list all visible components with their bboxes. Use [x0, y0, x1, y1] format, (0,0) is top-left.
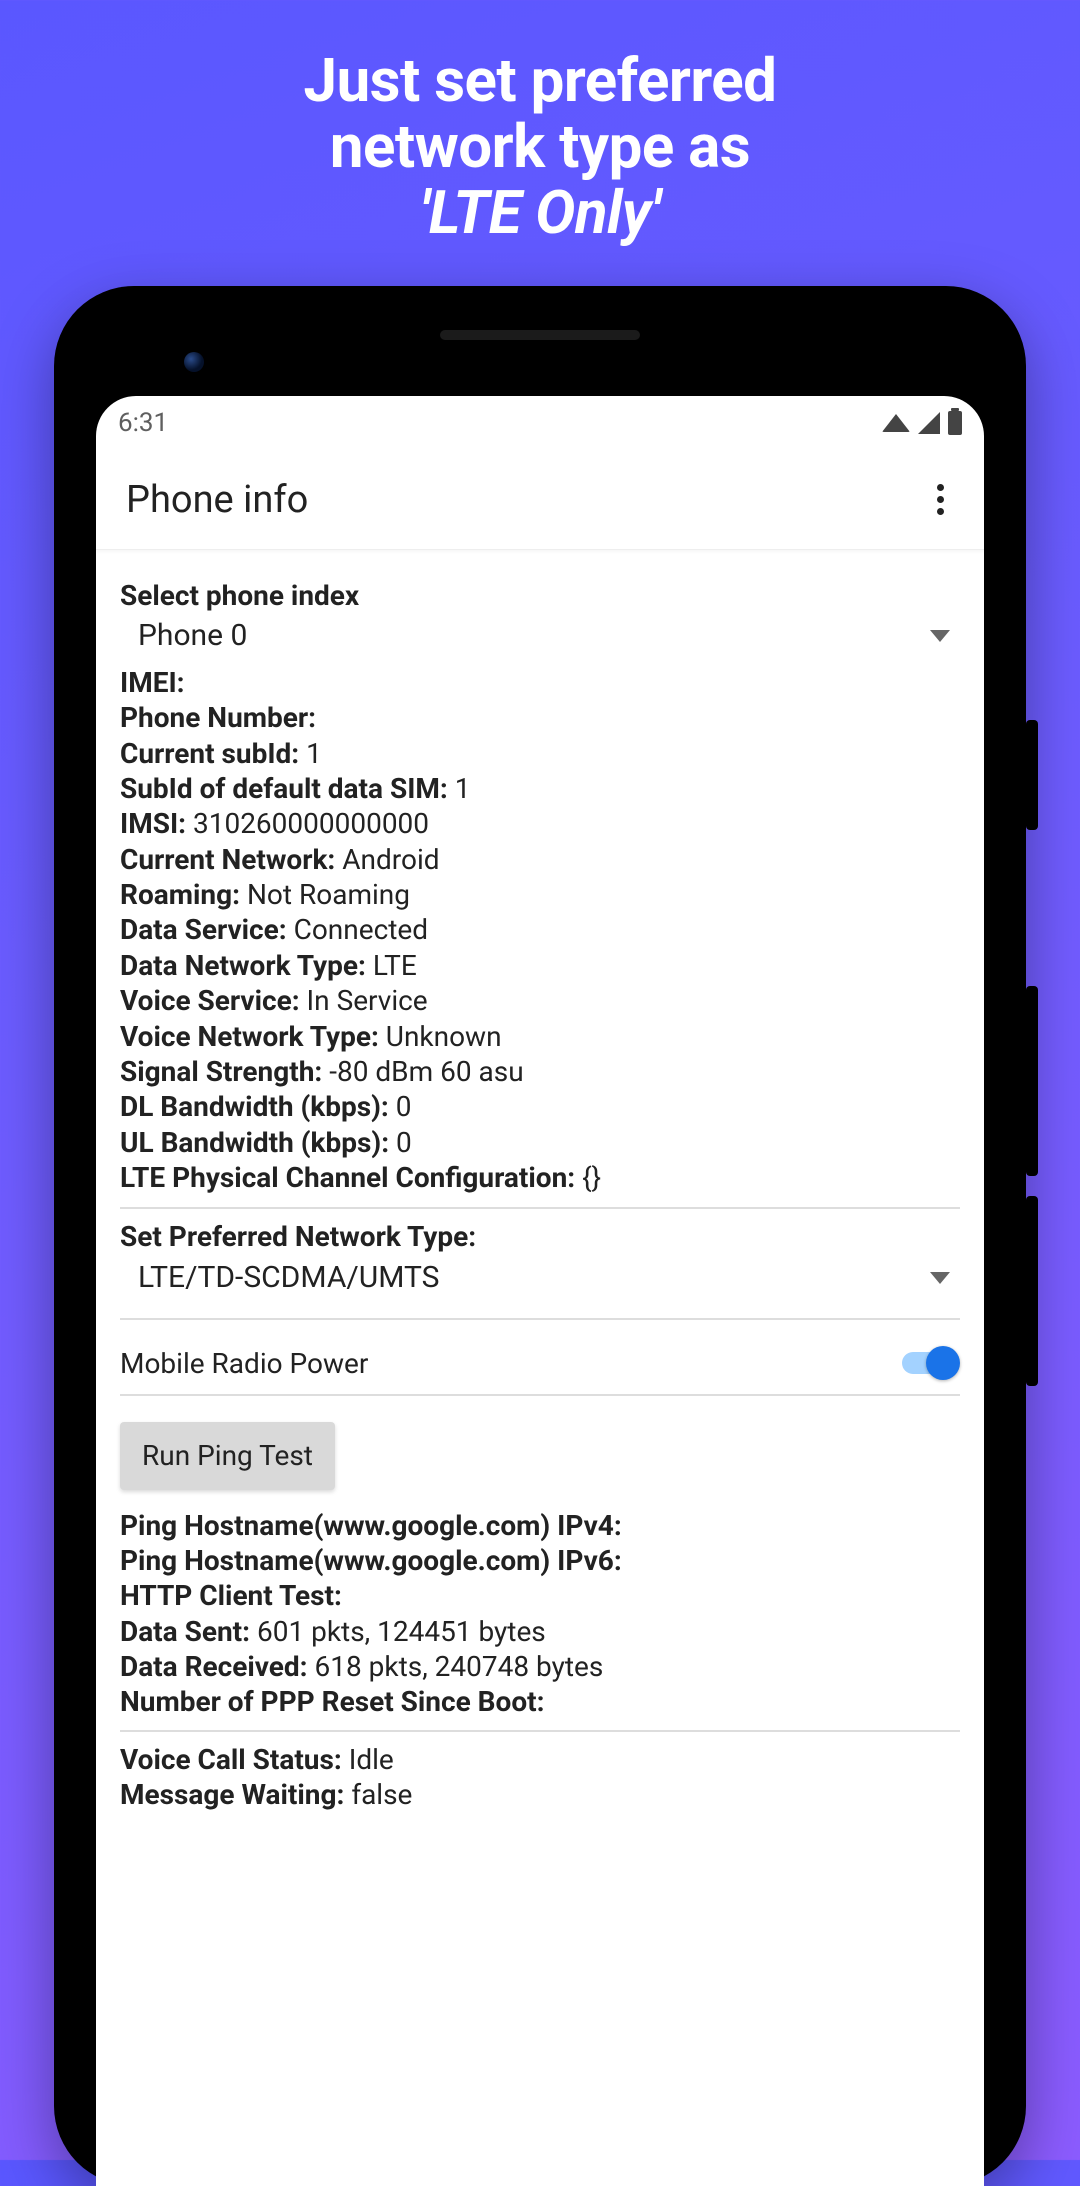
promo-line-2: network type as [0, 114, 1080, 180]
phone-index-dropdown[interactable]: Phone 0 [120, 611, 960, 663]
data-received-row: Data Received: 618 pkts, 240748 bytes [120, 1651, 960, 1682]
current-subid-row: Current subId: 1 [120, 738, 960, 769]
pref-network-label: Set Preferred Network Type: [120, 1221, 960, 1252]
ping-info-block: Ping Hostname(www.google.com) IPv4: Ping… [120, 1510, 960, 1732]
promo-line-3: 'LTE Only' [0, 180, 1080, 246]
battery-icon [948, 411, 962, 435]
phone-volume-up-button [1026, 986, 1038, 1176]
run-ping-test-label: Run Ping Test [142, 1439, 313, 1472]
phone-index-selected: Phone 0 [138, 619, 247, 653]
run-ping-test-button[interactable]: Run Ping Test [120, 1422, 335, 1489]
ppp-reset-row: Number of PPP Reset Since Boot: [120, 1686, 960, 1717]
dl-bandwidth-row: DL Bandwidth (kbps): 0 [120, 1091, 960, 1122]
phone-volume-down-button [1026, 1196, 1038, 1386]
pref-network-dropdown[interactable]: LTE/TD-SCDMA/UMTS [120, 1253, 960, 1305]
chevron-down-icon [930, 1272, 950, 1284]
phone-front-camera [184, 352, 204, 372]
phone-number-row: Phone Number: [120, 702, 960, 733]
imsi-row: IMSI: 310260000000000 [120, 808, 960, 839]
phone-side-button [1026, 720, 1038, 830]
mobile-radio-power-toggle[interactable] [902, 1346, 960, 1380]
pref-network-selected: LTE/TD-SCDMA/UMTS [138, 1261, 439, 1295]
ul-bandwidth-row: UL Bandwidth (kbps): 0 [120, 1127, 960, 1158]
roaming-row: Roaming: Not Roaming [120, 879, 960, 910]
content-area[interactable]: Select phone index Phone 0 IMEI: Phone N… [96, 550, 984, 1811]
chevron-down-icon [930, 630, 950, 642]
data-sent-row: Data Sent: 601 pkts, 124451 bytes [120, 1616, 960, 1647]
message-waiting-row: Message Waiting: false [120, 1779, 960, 1810]
promo-heading: Just set preferred network type as 'LTE … [0, 0, 1080, 246]
data-service-row: Data Service: Connected [120, 914, 960, 945]
imei-row: IMEI: [120, 667, 960, 698]
ping-host-v4-row: Ping Hostname(www.google.com) IPv4: [120, 1510, 960, 1541]
phone-screen: 6:31 Phone info Select phone index Phone… [96, 396, 984, 2186]
select-phone-index-label: Select phone index [120, 580, 960, 611]
mobile-radio-power-row: Mobile Radio Power [120, 1320, 960, 1396]
current-network-row: Current Network: Android [120, 844, 960, 875]
data-network-type-row: Data Network Type: LTE [120, 950, 960, 981]
voice-service-row: Voice Service: In Service [120, 985, 960, 1016]
ping-host-v6-row: Ping Hostname(www.google.com) IPv6: [120, 1545, 960, 1576]
mobile-radio-power-label: Mobile Radio Power [120, 1348, 368, 1379]
signal-strength-row: Signal Strength: -80 dBm 60 asu [120, 1056, 960, 1087]
promo-line-1: Just set preferred [0, 48, 1080, 114]
divider [120, 1207, 960, 1209]
app-bar: Phone info [96, 450, 984, 550]
more-options-icon[interactable] [927, 474, 954, 525]
subid-default-row: SubId of default data SIM: 1 [120, 773, 960, 804]
phone-speaker [440, 330, 640, 340]
phone-frame: 6:31 Phone info Select phone index Phone… [54, 286, 1026, 2186]
voice-network-type-row: Voice Network Type: Unknown [120, 1021, 960, 1052]
status-bar: 6:31 [96, 396, 984, 450]
wifi-icon [882, 414, 910, 432]
lte-pcc-row: LTE Physical Channel Configuration: {} [120, 1162, 960, 1193]
http-client-test-row: HTTP Client Test: [120, 1580, 960, 1611]
page-title: Phone info [126, 478, 308, 522]
status-icons [882, 411, 962, 435]
cellular-icon [918, 412, 940, 434]
status-time: 6:31 [118, 408, 168, 438]
voice-call-status-row: Voice Call Status: Idle [120, 1744, 960, 1775]
